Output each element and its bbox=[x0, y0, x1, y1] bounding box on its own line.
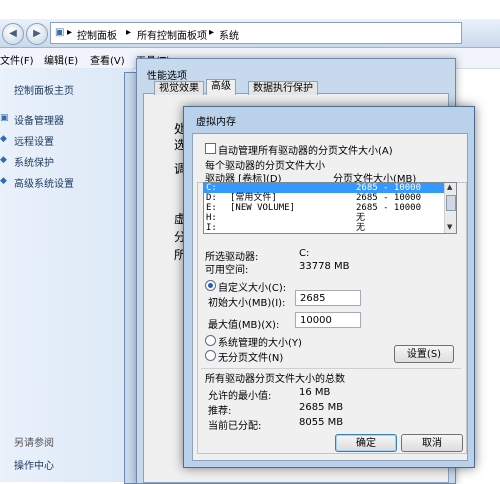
min-allowed-value: 16 MB bbox=[299, 387, 331, 398]
max-size-label: 最大值(MB)(X): bbox=[208, 320, 280, 331]
selected-drive-value: C: bbox=[299, 248, 310, 259]
menu-file[interactable]: 文件(F) bbox=[0, 52, 34, 67]
shield-icon: ◆ bbox=[0, 176, 7, 186]
back-button[interactable]: ◀ bbox=[2, 23, 24, 45]
see-also-heading: 另请参阅 bbox=[14, 438, 54, 449]
breadcrumb-separator-icon: ▸ bbox=[126, 27, 132, 38]
breadcrumb-system[interactable]: 系统 bbox=[219, 27, 239, 42]
total-title: 所有驱动器分页文件大小的总数 bbox=[205, 374, 345, 385]
sidebar: 控制面板主页 ▣ 设备管理器 ◆ 远程设置 ◆ 系统保护 ◆ 高级系统设置 另请… bbox=[0, 68, 134, 482]
menu-edit[interactable]: 编辑(E) bbox=[44, 52, 78, 67]
system-managed-radio[interactable] bbox=[205, 335, 216, 346]
system-managed-label: 系统管理的大小(Y) bbox=[218, 338, 302, 349]
scroll-down-icon[interactable]: ▼ bbox=[447, 223, 452, 231]
breadcrumb-separator-icon: ▸ bbox=[67, 27, 73, 38]
control-panel-icon: ▣ bbox=[55, 27, 65, 38]
list-item[interactable]: D: [常用文件] 2685 - 10000 bbox=[204, 193, 444, 203]
list-item[interactable]: I: 无 bbox=[204, 223, 444, 233]
navigation-bar: ◀ ▶ ▣ ▸ 控制面板 ▸ 所有控制面板项 ▸ 系统 bbox=[0, 19, 500, 48]
address-bar[interactable]: ▣ ▸ 控制面板 ▸ 所有控制面板项 ▸ 系统 bbox=[50, 22, 462, 44]
divider bbox=[201, 368, 461, 369]
free-space-value: 33778 MB bbox=[299, 261, 350, 272]
no-paging-radio[interactable] bbox=[205, 350, 216, 361]
sidebar-item-label: 系统保护 bbox=[14, 158, 54, 169]
initial-size-input[interactable]: 2685 bbox=[295, 290, 361, 306]
scroll-thumb[interactable] bbox=[446, 195, 456, 211]
auto-manage-label: 自动管理所有驱动器的分页文件大小(A) bbox=[218, 146, 393, 157]
list-item[interactable]: E: [NEW VOLUME] 2685 - 10000 bbox=[204, 203, 444, 213]
menu-view[interactable]: 查看(V) bbox=[90, 52, 125, 67]
free-space-label: 可用空间: bbox=[205, 265, 249, 276]
action-center-link[interactable]: 操作中心 bbox=[14, 457, 54, 472]
dialog-title: 虚拟内存 bbox=[196, 117, 236, 128]
shield-icon: ◆ bbox=[0, 155, 7, 165]
auto-manage-checkbox[interactable] bbox=[205, 143, 216, 154]
custom-size-label: 自定义大小(C): bbox=[218, 283, 287, 294]
custom-size-radio[interactable] bbox=[205, 280, 216, 291]
sidebar-item-label: 设备管理器 bbox=[14, 116, 64, 127]
current-allocated-label: 当前已分配: bbox=[208, 421, 262, 432]
virtual-memory-dialog: 虚拟内存 自动管理所有驱动器的分页文件大小(A) 每个驱动器的分页文件大小 驱动… bbox=[183, 106, 475, 468]
recommended-label: 推荐: bbox=[208, 406, 232, 417]
breadcrumb-all-items[interactable]: 所有控制面板项 bbox=[137, 27, 207, 42]
tab-visual-effects[interactable]: 视觉效果 bbox=[154, 81, 204, 95]
drive-list[interactable]: C: 2685 - 10000 D: [常用文件] 2685 - 10000 E… bbox=[203, 182, 457, 234]
no-paging-label: 无分页文件(N) bbox=[218, 353, 284, 364]
sidebar-home-link[interactable]: 控制面板主页 bbox=[14, 82, 74, 97]
recommended-value: 2685 MB bbox=[299, 402, 344, 413]
cancel-button[interactable]: 取消 bbox=[401, 434, 463, 452]
ok-button[interactable]: 确定 bbox=[335, 434, 397, 452]
dialog-body: 自动管理所有驱动器的分页文件大小(A) 每个驱动器的分页文件大小 驱动器 [卷标… bbox=[192, 133, 468, 461]
window-title: 性能选项 bbox=[147, 71, 187, 82]
set-button[interactable]: 设置(S) bbox=[394, 345, 454, 363]
sidebar-item-label: 高级系统设置 bbox=[14, 179, 74, 190]
max-size-input[interactable]: 10000 bbox=[295, 312, 361, 328]
shield-icon: ◆ bbox=[0, 134, 7, 144]
sidebar-item-label: 远程设置 bbox=[14, 137, 54, 148]
scroll-up-icon[interactable]: ▲ bbox=[447, 183, 452, 191]
forward-button[interactable]: ▶ bbox=[26, 23, 48, 45]
initial-size-label: 初始大小(MB)(I): bbox=[208, 298, 286, 309]
list-item[interactable]: C: 2685 - 10000 bbox=[204, 183, 444, 193]
breadcrumb-separator-icon: ▸ bbox=[209, 27, 215, 38]
tab-advanced[interactable]: 高级 bbox=[206, 79, 236, 95]
breadcrumb-control-panel[interactable]: 控制面板 bbox=[77, 27, 117, 42]
tab-dep[interactable]: 数据执行保护 bbox=[248, 81, 318, 95]
current-allocated-value: 8055 MB bbox=[299, 417, 344, 428]
list-item[interactable]: H: 无 bbox=[204, 213, 444, 223]
device-icon: ▣ bbox=[0, 113, 9, 123]
min-allowed-label: 允许的最小值: bbox=[208, 391, 272, 402]
list-scrollbar[interactable]: ▲ ▼ bbox=[444, 183, 456, 233]
